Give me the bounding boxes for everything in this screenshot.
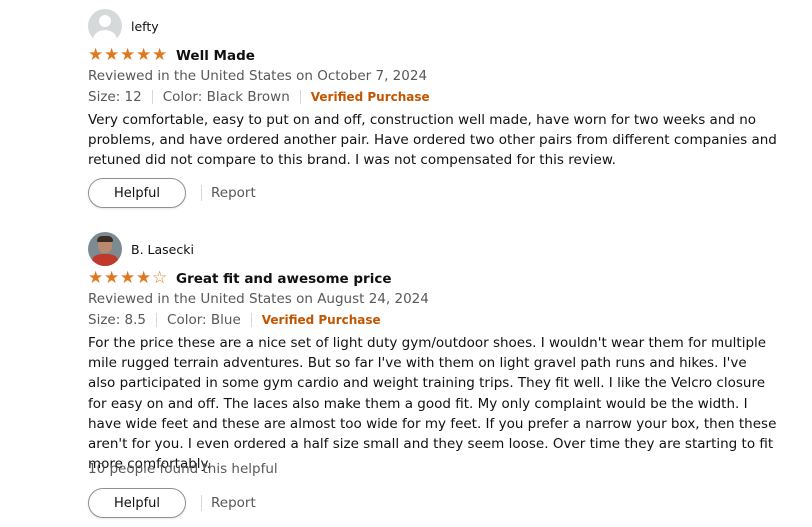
profile-photo <box>88 232 122 266</box>
variant-info: Size: 12 Color: Black Brown Verified Pur… <box>88 89 430 105</box>
star-filled-icon: ★ <box>104 45 120 65</box>
review-title[interactable]: Great fit and awesome price <box>176 271 391 287</box>
divider <box>299 90 301 104</box>
review-body: For the price these are a nice set of li… <box>88 335 777 473</box>
default-profile-icon <box>88 9 122 43</box>
review-date: Reviewed in the United States on October… <box>88 68 428 84</box>
reviewer-profile[interactable]: B. Lasecki <box>88 232 194 266</box>
report-link[interactable]: Report <box>211 185 256 201</box>
color-label[interactable]: Color: Blue <box>167 312 241 328</box>
reviewer-name: lefty <box>131 18 159 34</box>
star-rating: ★ ★ ★ ★ ★ <box>88 47 168 64</box>
star-filled-icon: ★ <box>136 45 152 65</box>
star-filled-icon: ★ <box>120 268 136 288</box>
review: lefty ★ ★ ★ ★ ★ Well Made Reviewed in the Un… <box>88 9 788 219</box>
star-outline-icon: ☆ <box>152 268 168 288</box>
star-filled-icon: ★ <box>104 268 120 288</box>
star-filled-icon: ★ <box>120 45 136 65</box>
helpful-count: 10 people found this helpful <box>88 461 278 477</box>
report-link[interactable]: Report <box>211 495 256 511</box>
reviewer-profile[interactable]: lefty <box>88 9 159 43</box>
review-actions: Helpful Report <box>88 488 256 518</box>
review-title-row[interactable]: ★ ★ ★ ★ ★ Well Made <box>88 47 255 64</box>
divider <box>156 313 158 327</box>
verified-purchase-badge[interactable]: Verified Purchase <box>311 90 430 104</box>
size-label[interactable]: Size: 12 <box>88 89 142 105</box>
variant-info: Size: 8.5 Color: Blue Verified Purchase <box>88 312 381 328</box>
star-filled-icon: ★ <box>88 268 104 288</box>
review-actions: Helpful Report <box>88 178 256 208</box>
helpful-button[interactable]: Helpful <box>88 178 186 208</box>
star-rating: ★ ★ ★ ★ ☆ <box>88 270 168 287</box>
size-label[interactable]: Size: 8.5 <box>88 312 146 328</box>
helpful-button[interactable]: Helpful <box>88 488 186 518</box>
review: B. Lasecki ★ ★ ★ ★ ☆ Great fit and awesome p… <box>88 232 788 527</box>
review-title-row[interactable]: ★ ★ ★ ★ ☆ Great fit and awesome price <box>88 270 391 287</box>
star-filled-icon: ★ <box>136 268 152 288</box>
color-label[interactable]: Color: Black Brown <box>163 89 290 105</box>
divider <box>201 495 202 511</box>
review-date: Reviewed in the United States on August … <box>88 291 429 307</box>
star-filled-icon: ★ <box>152 45 168 65</box>
review-body: Very comfortable, easy to put on and off… <box>88 112 777 169</box>
verified-purchase-badge[interactable]: Verified Purchase <box>262 313 381 327</box>
review-title[interactable]: Well Made <box>176 48 255 64</box>
divider <box>151 90 153 104</box>
divider <box>201 185 202 201</box>
reviewer-name: B. Lasecki <box>131 241 194 257</box>
star-filled-icon: ★ <box>88 45 104 65</box>
divider <box>250 313 252 327</box>
